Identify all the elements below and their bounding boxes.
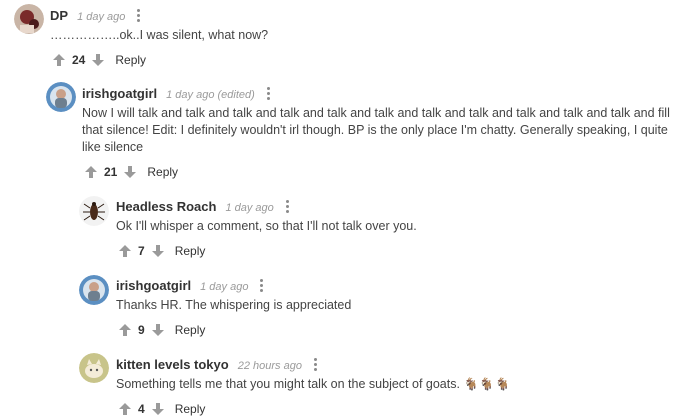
- irishgoatgirl-avatar-icon[interactable]: [46, 82, 76, 112]
- comment-text: Something tells me that you might talk o…: [116, 377, 460, 391]
- vote-count: 21: [104, 165, 118, 179]
- comment-author[interactable]: Headless Roach: [116, 199, 216, 214]
- more-options-icon[interactable]: [266, 87, 271, 100]
- comment-text: ……………..ok..I was silent, what now?: [50, 28, 269, 42]
- downvote-icon[interactable]: [151, 402, 165, 416]
- comment-author[interactable]: irishgoatgirl: [116, 278, 191, 293]
- upvote-icon[interactable]: [52, 53, 66, 67]
- irishgoatgirl-avatar-icon[interactable]: [79, 275, 109, 305]
- comment-text: Now I will talk and talk and talk and ta…: [82, 106, 670, 154]
- comment-author[interactable]: kitten levels tokyo: [116, 357, 229, 372]
- reply-button[interactable]: Reply: [175, 323, 206, 337]
- comment-author[interactable]: irishgoatgirl: [82, 86, 157, 101]
- comment-text: Thanks HR. The whispering is appreciated: [116, 298, 352, 312]
- dp-avatar-icon[interactable]: [14, 4, 44, 34]
- comment-timestamp: 1 day ago: [77, 11, 126, 23]
- reply-button[interactable]: Reply: [147, 165, 178, 179]
- downvote-icon[interactable]: [151, 244, 165, 258]
- reply-button[interactable]: Reply: [175, 402, 206, 416]
- kitten-avatar-icon[interactable]: [79, 353, 109, 383]
- vote-count: 4: [138, 402, 145, 416]
- reply-button[interactable]: Reply: [175, 244, 206, 258]
- upvote-icon[interactable]: [118, 402, 132, 416]
- goat-emoji: 🐐🐐🐐: [463, 377, 512, 391]
- more-options-icon[interactable]: [260, 279, 264, 292]
- downvote-icon[interactable]: [151, 323, 165, 337]
- vote-count: 24: [72, 53, 86, 67]
- comment-text-wrapper: Something tells me that you might talk o…: [116, 376, 686, 393]
- roach-avatar-icon[interactable]: [79, 196, 109, 226]
- downvote-icon[interactable]: [123, 165, 137, 179]
- downvote-icon[interactable]: [91, 53, 105, 67]
- comment-timestamp: 22 hours ago: [237, 360, 302, 372]
- upvote-icon[interactable]: [118, 244, 132, 258]
- more-options-icon[interactable]: [137, 9, 141, 22]
- vote-count: 7: [138, 244, 145, 258]
- upvote-icon[interactable]: [118, 323, 132, 337]
- upvote-icon[interactable]: [84, 165, 98, 179]
- reply-button[interactable]: Reply: [115, 53, 146, 67]
- more-options-icon[interactable]: [285, 200, 290, 213]
- comment-timestamp: 1 day ago: [200, 281, 249, 293]
- vote-count: 9: [138, 323, 145, 337]
- comment-author[interactable]: DP: [50, 8, 68, 23]
- comment-timestamp: 1 day ago (edited): [166, 89, 255, 101]
- comment-timestamp: 1 day ago: [225, 202, 274, 214]
- comment-text: Ok I'll whisper a comment, so that I'll …: [116, 219, 417, 233]
- more-options-icon[interactable]: [313, 358, 318, 371]
